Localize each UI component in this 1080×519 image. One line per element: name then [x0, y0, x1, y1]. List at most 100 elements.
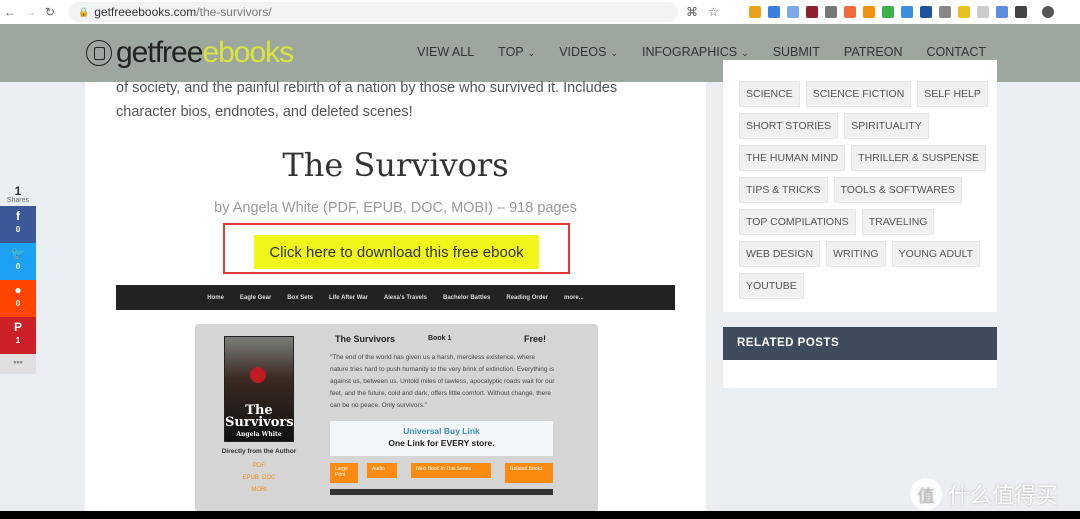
- share-button-count: 1: [15, 336, 21, 345]
- more-share-button[interactable]: •••: [0, 354, 36, 374]
- share-button[interactable]: f0: [0, 206, 36, 243]
- menu-item-label: VIDEOS: [559, 45, 607, 59]
- tag-link[interactable]: WRITING: [826, 241, 886, 267]
- menu-item-videos[interactable]: VIDEOS ⌄: [559, 45, 618, 59]
- logo-text-accent: ebooks: [202, 36, 294, 69]
- download-button[interactable]: Click here to download this free ebook: [254, 235, 539, 269]
- extension-icon[interactable]: [919, 6, 932, 18]
- menu-item-infographics[interactable]: INFOGRAPHICS ⌄: [642, 45, 749, 59]
- highlight-box: Click here to download this free ebook: [223, 223, 570, 274]
- profile-icon[interactable]: [1041, 6, 1054, 18]
- book-cover[interactable]: The Survivors Angela White: [224, 336, 294, 442]
- share-button[interactable]: 🐦 0: [0, 243, 36, 280]
- chevron-down-icon: ⌄: [741, 48, 749, 58]
- menu-item-contact[interactable]: CONTACT: [927, 45, 987, 59]
- tag-link[interactable]: THE HUMAN MIND: [739, 145, 846, 171]
- embed-title: The Survivors: [335, 334, 396, 344]
- menu-item-view-all[interactable]: VIEW ALL: [417, 45, 474, 59]
- tag-link[interactable]: TIPS & TRICKS: [739, 177, 828, 203]
- embed-nav-item[interactable]: Life After War: [329, 295, 368, 301]
- audio-button[interactable]: Audio: [367, 463, 397, 478]
- url-path: /the-survivors/: [196, 5, 272, 19]
- extension-icon[interactable]: [881, 6, 894, 18]
- watermark-text: 什么值得买: [948, 483, 1059, 508]
- large-print-button[interactable]: Large Print: [330, 463, 358, 483]
- extension-icon[interactable]: [976, 6, 989, 18]
- embed-nav-item[interactable]: more...: [564, 295, 584, 301]
- extension-icon[interactable]: [938, 6, 951, 18]
- byline: by Angela White (PDF, EPUB, DOC, MOBI) –…: [214, 200, 577, 216]
- star-icon[interactable]: ☆: [708, 5, 719, 19]
- forward-icon[interactable]: →: [20, 5, 40, 19]
- related-posts-widget: RELATED POSTS: [723, 327, 997, 388]
- extension-icon[interactable]: [805, 6, 818, 18]
- embed-book-number: Book 1: [428, 335, 452, 342]
- main-menu: VIEW ALL TOP ⌄ VIDEOS ⌄ INFOGRAPHICS ⌄ SUBMIT PA…: [417, 45, 986, 59]
- extension-icon[interactable]: [995, 6, 1008, 18]
- site-logo[interactable]: getfree ebooks: [86, 36, 294, 70]
- share-button-count: 0: [15, 299, 21, 308]
- format-doc-link[interactable]: DOC: [262, 475, 275, 481]
- url-host: getfreeebooks.com: [94, 5, 197, 19]
- menu-item-label: SUBMIT: [772, 45, 820, 59]
- tag-link[interactable]: SPIRITUALITY: [844, 113, 929, 139]
- menu-item-top[interactable]: TOP ⌄: [498, 45, 535, 59]
- menu-item-label: TOP: [498, 45, 524, 59]
- menu-item-label: VIEW ALL: [417, 45, 475, 59]
- next-book-button[interactable]: Next Book In This Series: [411, 463, 491, 478]
- extension-icon[interactable]: [748, 6, 761, 18]
- format-epub-link[interactable]: EPUB: [242, 475, 258, 481]
- extension-icon[interactable]: [900, 6, 913, 18]
- bottom-bar: [0, 511, 1080, 519]
- extension-icon[interactable]: [862, 6, 875, 18]
- direct-label: Directly from the Author: [221, 448, 297, 455]
- embed-quote: "The end of the world has given us a har…: [330, 354, 555, 409]
- buy-subtitle: One Link for EVERY store.: [388, 438, 495, 448]
- tag-link[interactable]: YOUNG ADULT: [891, 241, 981, 267]
- embed-nav-item[interactable]: Alexa's Travels: [384, 295, 427, 301]
- embed-nav-item[interactable]: Home: [207, 295, 224, 301]
- tag-link[interactable]: TOP COMPILATIONS: [739, 209, 856, 235]
- extension-icon[interactable]: [1014, 6, 1027, 18]
- menu-item-label: INFOGRAPHICS: [641, 45, 738, 59]
- share-button[interactable]: ● 0: [0, 280, 36, 317]
- tag-link[interactable]: SELF HELP: [917, 81, 988, 107]
- menu-item-label: PATREON: [843, 45, 903, 59]
- menu-item-patreon[interactable]: PATREON: [844, 45, 903, 59]
- extension-icon[interactable]: [957, 6, 970, 18]
- share-count: 1: [14, 184, 22, 198]
- tag-link[interactable]: THRILLER & SUSPENSE: [851, 145, 986, 171]
- menu-item-submit[interactable]: SUBMIT: [773, 45, 820, 59]
- tag-link[interactable]: SCIENCE FICTION: [805, 81, 912, 107]
- tag-link[interactable]: WEB DESIGN: [739, 241, 821, 267]
- embed-bar: [330, 489, 553, 495]
- translate-icon[interactable]: ⌘: [686, 5, 698, 19]
- tag-link[interactable]: SCIENCE: [739, 81, 800, 107]
- browser-toolbar: ← → ↻ 🔒 getfreeebooks.com/the-survivors/ …: [0, 0, 1080, 24]
- embed-nav-item[interactable]: Bachelor Battles: [443, 295, 490, 301]
- tags-widget: SCIENCE SCIENCE FICTION SELF HELP SHORT STO…: [723, 60, 997, 312]
- universal-buy-link[interactable]: Universal Buy Link One Link for EVERY sto…: [330, 421, 553, 456]
- tag-cloud: SCIENCE SCIENCE FICTION SELF HELP SHORT STO…: [739, 81, 989, 299]
- tag-link[interactable]: YOUTUBE: [739, 273, 804, 299]
- article: of society, and the painful rebirth of a…: [85, 80, 706, 512]
- extension-icon[interactable]: [767, 6, 780, 18]
- format-pdf-link[interactable]: PDF: [253, 463, 265, 469]
- tag-link[interactable]: TRAVELING: [861, 209, 935, 235]
- tag-link[interactable]: TOOLS & SOFTWARES: [833, 177, 962, 203]
- share-button[interactable]: P1: [0, 317, 36, 354]
- embed-nav-item[interactable]: Eagle Gear: [240, 295, 271, 301]
- embed-nav-item[interactable]: Box Sets: [287, 295, 313, 301]
- extension-icon[interactable]: [824, 6, 837, 18]
- related-books-button[interactable]: Related Books: [505, 463, 553, 483]
- share-button-count: 0: [15, 262, 21, 271]
- embed-nav-item[interactable]: Reading Order: [506, 295, 548, 301]
- page-title: The Survivors: [282, 146, 509, 184]
- back-icon[interactable]: ←: [0, 5, 20, 19]
- reload-icon[interactable]: ↻: [40, 5, 60, 19]
- address-bar[interactable]: 🔒 getfreeebooks.com/the-survivors/: [68, 2, 678, 22]
- extension-icon[interactable]: [843, 6, 856, 18]
- tag-link[interactable]: SHORT STORIES: [739, 113, 839, 139]
- format-mobi-link[interactable]: MOBI: [251, 487, 266, 493]
- extension-icon[interactable]: [786, 6, 799, 18]
